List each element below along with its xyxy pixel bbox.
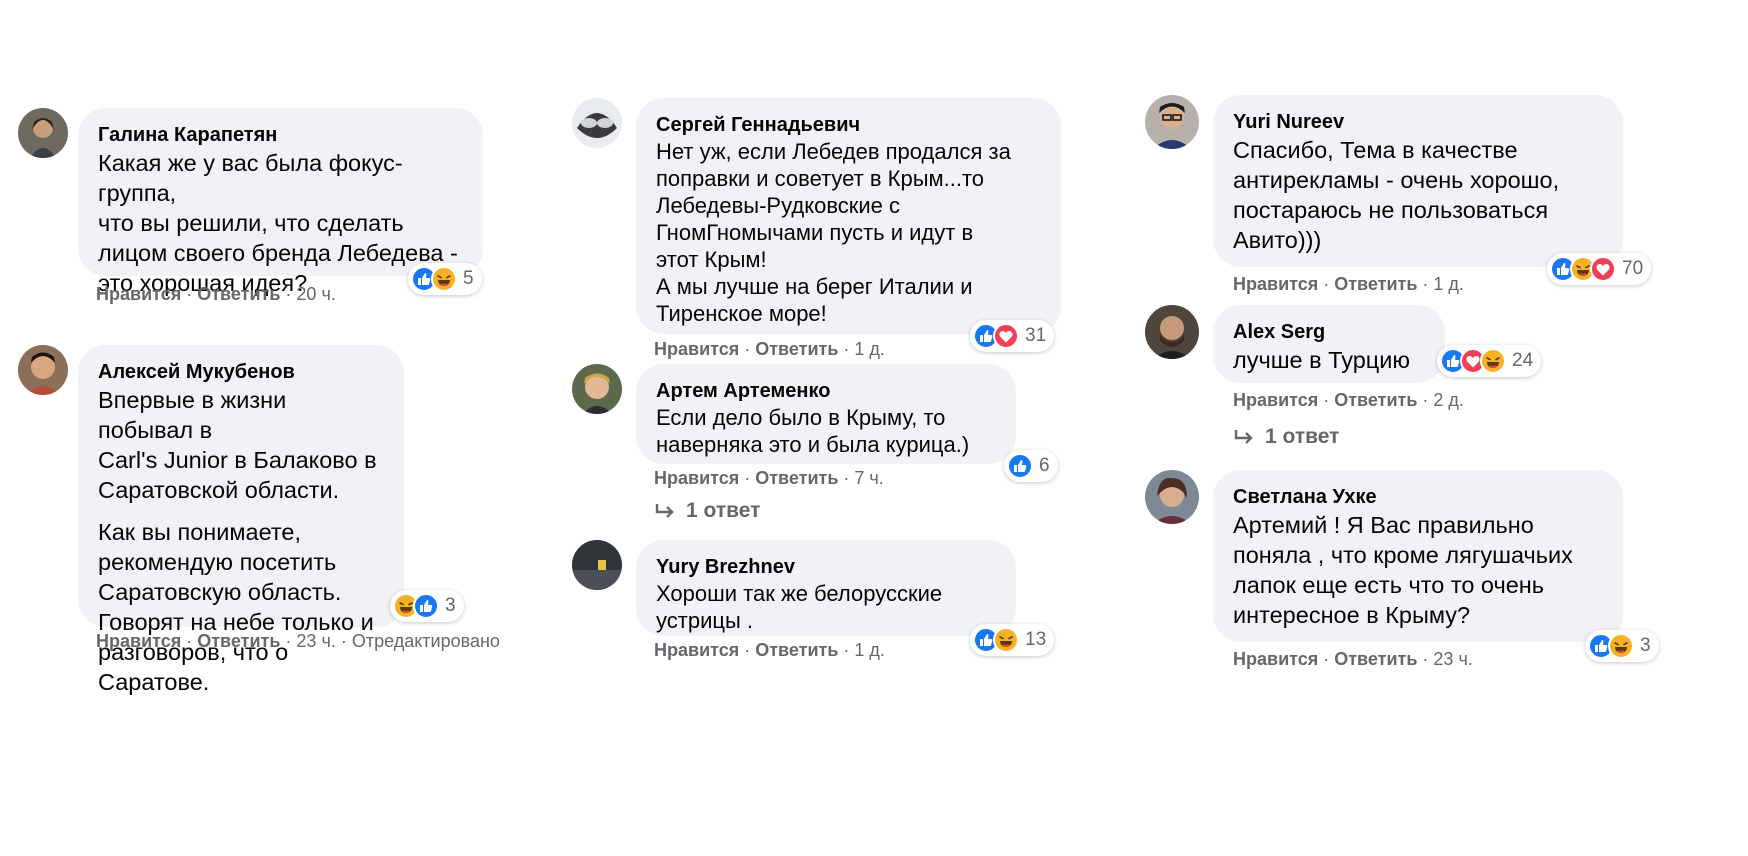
like-button[interactable]: Нравится xyxy=(654,468,739,488)
reply-button[interactable]: Ответить xyxy=(197,284,280,304)
timestamp[interactable]: 1 д. xyxy=(1433,274,1464,294)
like-button[interactable]: Нравится xyxy=(654,640,739,660)
avatar[interactable] xyxy=(1145,95,1199,149)
reaction-count: 13 xyxy=(1025,629,1047,650)
reaction-count: 6 xyxy=(1039,455,1050,476)
avatar[interactable] xyxy=(572,98,622,148)
comment-actions: Нравится · Ответить · 20 ч. xyxy=(96,284,336,304)
comment-author[interactable]: Алексей Мукубенов xyxy=(98,359,384,385)
love-icon xyxy=(993,323,1019,349)
like-button[interactable]: Нравится xyxy=(96,284,181,304)
comment-text: Хороши так же белорусские устрицы . xyxy=(656,581,943,633)
comment-author[interactable]: Yuri Nureev xyxy=(1233,109,1603,135)
reactions[interactable]: 6 xyxy=(1004,450,1058,482)
comment-bubble: Yuri Nureev Спасибо, Тема в качестве ант… xyxy=(1213,95,1623,267)
comment-bubble: Алексей Мукубенов Впервые в жизни побыва… xyxy=(78,345,404,695)
like-button[interactable]: Нравится xyxy=(1233,274,1318,294)
comment-bubble: Сергей Геннадьевич Нет уж, если Лебедев … xyxy=(636,98,1061,334)
replies-count: 1 ответ xyxy=(1265,425,1340,448)
avatar[interactable] xyxy=(1145,305,1199,359)
avatar[interactable] xyxy=(572,540,622,590)
comment-bubble: Yury Brezhnev Хороши так же белорусские … xyxy=(636,540,1016,636)
comment-actions: Нравится · Ответить · 1 д. xyxy=(1233,274,1464,294)
haha-icon xyxy=(1480,348,1506,374)
reaction-count: 3 xyxy=(1640,635,1651,656)
comment-actions: Нравится · Ответить · 1 д. xyxy=(654,339,885,359)
like-icon xyxy=(1007,453,1033,479)
comment-text: Артемий ! Я Вас правильно поняла , что к… xyxy=(1233,512,1573,628)
comment-actions: Нравится · Ответить · 1 д. xyxy=(654,640,885,660)
timestamp[interactable]: 1 д. xyxy=(854,640,885,660)
love-icon xyxy=(1590,256,1616,282)
reply-arrow-icon xyxy=(655,504,674,518)
view-replies-link[interactable]: 1 ответ xyxy=(1233,425,1339,449)
reply-button[interactable]: Ответить xyxy=(1334,274,1417,294)
reply-button[interactable]: Ответить xyxy=(1334,649,1417,669)
reply-button[interactable]: Ответить xyxy=(1334,390,1417,410)
comment-text: Если дело было в Крыму, то наверняка это… xyxy=(656,405,970,457)
like-button[interactable]: Нравится xyxy=(1233,649,1318,669)
reaction-count: 5 xyxy=(463,268,474,289)
reactions[interactable]: 13 xyxy=(970,624,1055,656)
haha-icon xyxy=(431,266,457,292)
comment-author[interactable]: Светлана Ухке xyxy=(1233,484,1603,510)
edited-label: Отредактировано xyxy=(351,631,500,651)
avatar[interactable] xyxy=(572,364,622,414)
reaction-count: 31 xyxy=(1025,325,1047,346)
comment-actions: Нравится · Ответить · 7 ч. xyxy=(654,468,884,488)
comment-text: лучше в Турцию xyxy=(1233,347,1410,373)
timestamp[interactable]: 20 ч. xyxy=(296,284,335,304)
reaction-count: 3 xyxy=(445,595,456,616)
timestamp[interactable]: 7 ч. xyxy=(854,468,883,488)
comment-actions: Нравится · Ответить · 2 д. xyxy=(1233,390,1464,410)
replies-count: 1 ответ xyxy=(686,499,761,522)
comment-text: Впервые в жизни побывал в Carl's Junior … xyxy=(98,387,377,503)
comment-bubble: Артем Артеменко Если дело было в Крыму, … xyxy=(636,364,1016,464)
reaction-count: 24 xyxy=(1512,350,1534,371)
comment-actions: Нравится · Ответить · 23 ч. · Отредактир… xyxy=(96,631,500,651)
avatar[interactable] xyxy=(18,345,68,395)
reply-arrow-icon xyxy=(1234,430,1253,444)
comment-author[interactable]: Alex Serg xyxy=(1233,319,1425,345)
comment-actions: Нравится · Ответить · 23 ч. xyxy=(1233,649,1473,669)
like-button[interactable]: Нравится xyxy=(654,339,739,359)
haha-icon xyxy=(993,627,1019,653)
reply-button[interactable]: Ответить xyxy=(755,339,838,359)
comment-bubble: Галина Карапетян Какая же у вас была фок… xyxy=(78,108,483,296)
comment-author[interactable]: Yury Brezhnev xyxy=(656,554,996,580)
avatar[interactable] xyxy=(1145,470,1199,524)
like-button[interactable]: Нравится xyxy=(1233,390,1318,410)
like-button[interactable]: Нравится xyxy=(96,631,181,651)
comment-author[interactable]: Артем Артеменко xyxy=(656,378,996,404)
reply-button[interactable]: Ответить xyxy=(755,640,838,660)
reply-button[interactable]: Ответить xyxy=(755,468,838,488)
reactions[interactable]: 3 xyxy=(1585,630,1659,662)
haha-icon xyxy=(1608,633,1634,659)
view-replies-link[interactable]: 1 ответ xyxy=(654,499,760,523)
reaction-count: 70 xyxy=(1622,258,1644,279)
reactions[interactable]: 5 xyxy=(408,263,482,295)
timestamp[interactable]: 23 ч. xyxy=(1433,649,1472,669)
reactions[interactable]: 31 xyxy=(970,320,1055,352)
timestamp[interactable]: 23 ч. xyxy=(296,631,335,651)
comment-author[interactable]: Сергей Геннадьевич xyxy=(656,112,1041,138)
timestamp[interactable]: 2 д. xyxy=(1433,390,1464,410)
reactions[interactable]: 3 xyxy=(390,590,464,622)
avatar[interactable] xyxy=(18,108,68,158)
like-icon xyxy=(413,593,439,619)
comment-bubble: Светлана Ухке Артемий ! Я Вас правильно … xyxy=(1213,470,1623,642)
comment-author[interactable]: Галина Карапетян xyxy=(98,122,463,148)
reply-button[interactable]: Ответить xyxy=(197,631,280,651)
reactions[interactable]: 24 xyxy=(1437,345,1542,377)
comment-bubble: Alex Serg лучше в Турцию xyxy=(1213,305,1445,383)
comment-text: Как вы понимаете, рекомендую посетить Са… xyxy=(98,519,374,695)
comment-text: Спасибо, Тема в качестве антирекламы - о… xyxy=(1233,137,1560,253)
reactions[interactable]: 70 xyxy=(1547,253,1652,285)
comment-text: Нет уж, если Лебедев продался за поправк… xyxy=(656,139,1011,326)
timestamp[interactable]: 1 д. xyxy=(854,339,885,359)
